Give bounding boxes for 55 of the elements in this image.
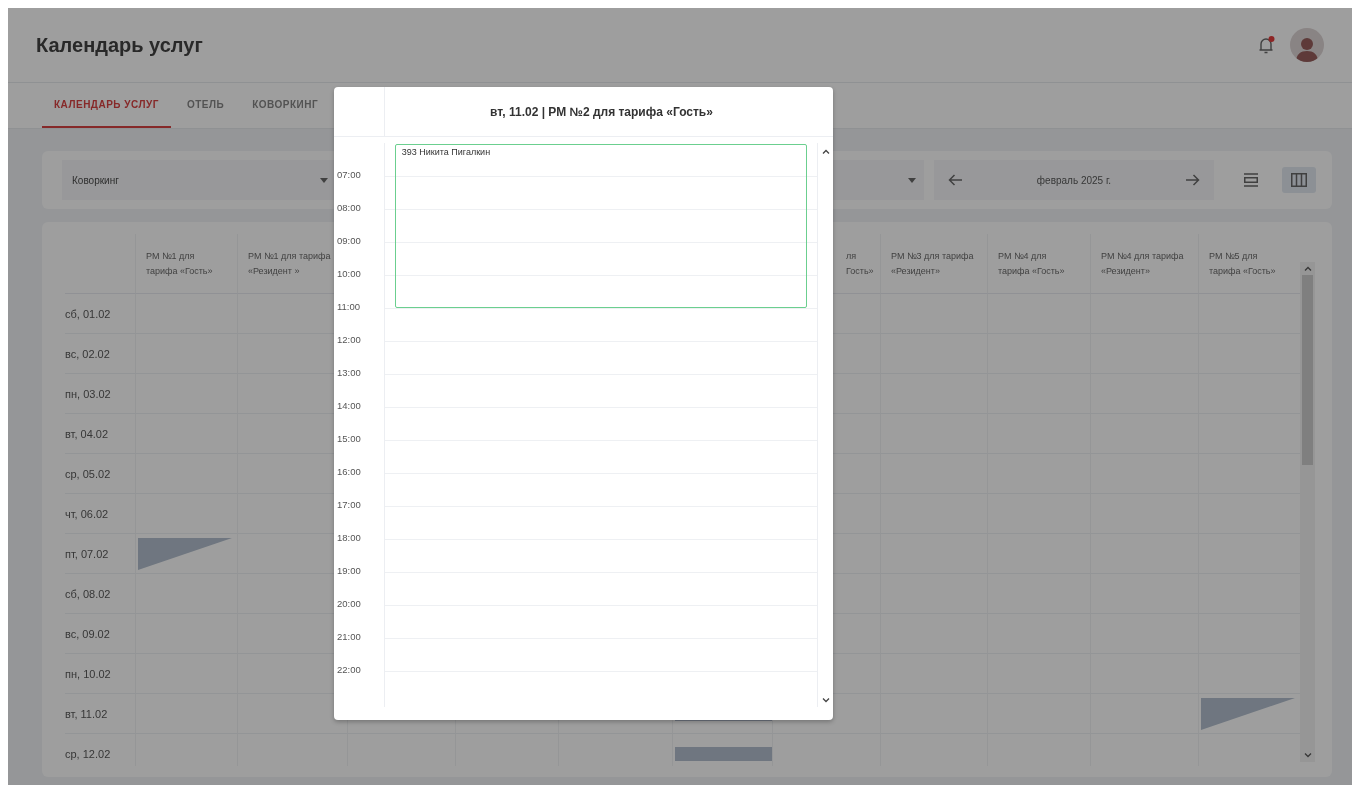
dropdown-caret-icon: [320, 177, 328, 183]
dropdown-caret-icon: [908, 177, 916, 183]
time-label: 21:00: [337, 631, 361, 642]
time-label: 08:00: [337, 202, 361, 213]
user-silhouette-icon: [1296, 36, 1318, 62]
chevron-up-icon: [1303, 266, 1312, 271]
time-label: 10:00: [337, 268, 361, 279]
date-label: сб, 08.02: [65, 587, 111, 600]
date-label: пн, 10.02: [65, 667, 111, 680]
time-label: 17:00: [337, 499, 361, 510]
dialog-title: вт, 11.02 | РМ №2 для тарифа «Гость»: [489, 103, 714, 121]
date-label: вс, 09.02: [65, 627, 110, 640]
time-label: 09:00: [337, 235, 361, 246]
chevron-down-icon: [1303, 753, 1312, 758]
date-label: вт, 04.02: [65, 427, 109, 440]
rows-view-icon: [1243, 173, 1259, 187]
tab[interactable]: КАЛЕНДАРЬ УСЛУГ: [42, 83, 171, 128]
page-title: Календарь услуг: [36, 33, 203, 57]
column-header: РМ №3 для тарифа «Резидент»: [880, 234, 987, 294]
column-header: РМ №4 для тарифа «Резидент»: [1090, 234, 1198, 294]
scrollbar[interactable]: [1300, 262, 1315, 762]
date-label: ср, 12.02: [65, 747, 111, 760]
time-label: 15:00: [337, 433, 361, 444]
time-label: 22:00: [337, 664, 361, 675]
column-header: РМ №1 для тарифа «Гость»: [135, 234, 237, 294]
columns-view-icon: [1291, 173, 1307, 187]
avatar[interactable]: [1290, 28, 1324, 62]
chevron-up-icon: [821, 149, 830, 154]
date-label: вт, 11.02: [65, 707, 108, 720]
time-label: 07:00: [337, 169, 361, 180]
time-label: 11:00: [337, 301, 361, 312]
service-select[interactable]: Коворкинг: [62, 160, 336, 200]
chevron-down-icon: [821, 698, 830, 703]
time-label: 20:00: [337, 598, 361, 609]
tab[interactable]: ОТЕЛЬ: [174, 83, 237, 128]
booking-bar[interactable]: [675, 746, 772, 761]
time-label: 19:00: [337, 565, 361, 576]
date-label: сб, 01.02: [65, 307, 111, 320]
date-label: пт, 07.02: [65, 547, 109, 560]
date-label: ср, 05.02: [65, 467, 111, 480]
time-label: 16:00: [337, 466, 361, 477]
tab[interactable]: КОВОРКИНГ: [240, 83, 331, 128]
time-label: 18:00: [337, 532, 361, 543]
booking-event[interactable]: 393 Никита Пигалкин: [394, 144, 808, 308]
time-label: 12:00: [337, 334, 361, 345]
view-mode-button[interactable]: [1282, 167, 1316, 193]
date-label: вс, 02.02: [65, 347, 110, 360]
date-label: пн, 03.02: [65, 387, 111, 400]
column-header: РМ №4 для тарифа «Гость»: [987, 234, 1090, 294]
time-label: 14:00: [337, 400, 361, 411]
arrow-left-icon: [948, 174, 962, 186]
date-label: чт, 06.02: [65, 507, 109, 520]
period-label: февраль 2025 г.: [1036, 174, 1112, 186]
time-label: 13:00: [337, 367, 361, 378]
arrow-right-icon: [1186, 174, 1200, 186]
